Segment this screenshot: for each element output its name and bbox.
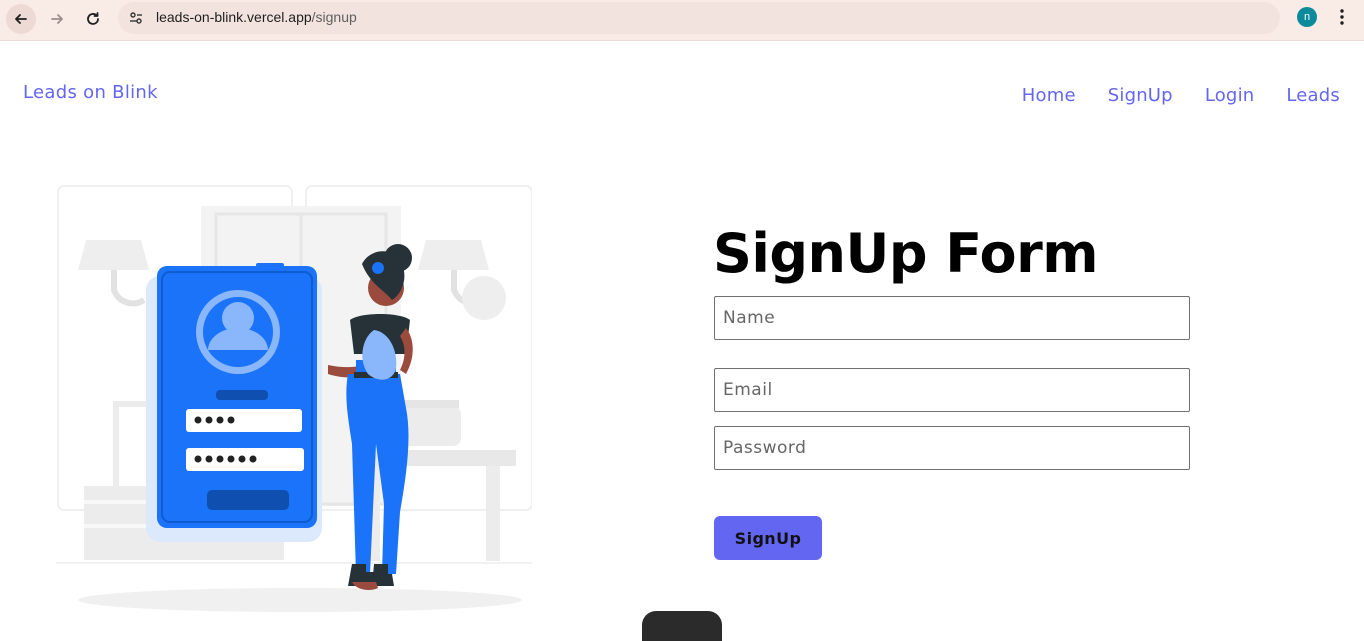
browser-toolbar: leads-on-blink.vercel.app/signup n: [0, 0, 1364, 41]
signup-button[interactable]: SignUp: [714, 516, 822, 560]
signup-illustration: [56, 185, 532, 612]
address-bar[interactable]: leads-on-blink.vercel.app/signup: [118, 2, 1280, 34]
profile-avatar[interactable]: n: [1297, 7, 1317, 27]
back-button[interactable]: [6, 4, 36, 34]
reload-button[interactable]: [78, 4, 108, 34]
forward-button[interactable]: [42, 4, 72, 34]
nav-login-link[interactable]: Login: [1205, 85, 1255, 106]
reload-icon: [87, 12, 99, 25]
more-options-icon[interactable]: [1332, 7, 1352, 27]
password-input[interactable]: [714, 426, 1190, 470]
arrow-left-icon: [15, 14, 27, 24]
floating-toolbar-tab[interactable]: [642, 611, 722, 641]
url-host: leads-on-blink.vercel.app: [156, 9, 312, 25]
nav-signup-link[interactable]: SignUp: [1108, 85, 1173, 106]
nav-leads-link[interactable]: Leads: [1286, 85, 1340, 106]
form-title: SignUp Form: [713, 222, 1099, 285]
nav-home-link[interactable]: Home: [1022, 85, 1076, 106]
main-nav: Home SignUp Login Leads: [1022, 85, 1340, 106]
site-settings-icon[interactable]: [128, 10, 144, 26]
arrow-right-icon: [51, 14, 63, 24]
name-input[interactable]: [714, 296, 1190, 340]
url-text[interactable]: leads-on-blink.vercel.app/signup: [156, 9, 357, 25]
brand-logo[interactable]: Leads on Blink: [23, 82, 158, 103]
email-input[interactable]: [714, 368, 1190, 412]
url-path: /signup: [311, 9, 357, 25]
